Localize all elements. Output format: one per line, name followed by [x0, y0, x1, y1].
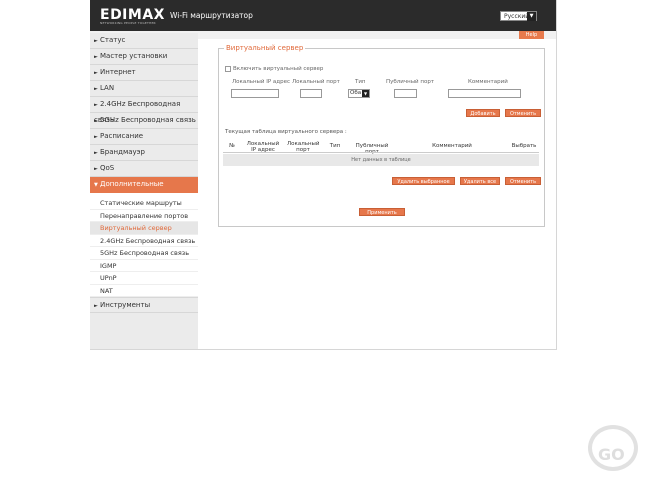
sidebar-item-label: Интернет [100, 68, 136, 76]
sidebar: ► Статус ► Мастер установки ► Интернет ► LAN… [90, 33, 198, 349]
sidebar-item-internet[interactable]: ► Интернет [90, 65, 198, 81]
cancel-button[interactable]: Отменить [505, 109, 541, 117]
table-divider [223, 152, 539, 153]
sidebar-item-label: QoS [100, 164, 115, 172]
sidebar-item-qos[interactable]: ► QoS [90, 161, 198, 177]
delete-selected-button[interactable]: Удалить выбранное [392, 177, 455, 185]
comment-input[interactable] [448, 89, 521, 98]
submenu-port-forwarding[interactable]: Перенаправление портов [90, 209, 198, 222]
top-header: EDIMAX NETWORKING PEOPLE TOGETHER Wi-Fi … [90, 0, 556, 31]
add-button[interactable]: Добавить [466, 109, 500, 117]
submenu-upnp[interactable]: UPnP [90, 272, 198, 285]
local-port-input[interactable] [300, 89, 322, 98]
panel-title: Виртуальный сервер [224, 44, 306, 52]
table-empty-row: Нет данных в таблице [223, 154, 539, 166]
sidebar-item-label: Статус [100, 36, 126, 44]
sidebar-item-status[interactable]: ► Статус [90, 33, 198, 49]
submenu-virtual-server[interactable]: Виртуальный сервер [90, 222, 198, 235]
sidebar-item-lan[interactable]: ► LAN [90, 81, 198, 97]
language-select[interactable]: Русский ▼ [500, 11, 537, 21]
col-header-select: Выбрать [511, 143, 537, 149]
chevron-down-icon[interactable]: ▼ [527, 12, 536, 21]
watermark-text: GO [598, 445, 625, 464]
enable-checkbox[interactable] [225, 66, 231, 72]
submenu-wireless-24[interactable]: 2.4GHz Беспроводная связь [90, 234, 198, 247]
public-port-label: Публичный порт [386, 79, 435, 85]
logo-tagline: NETWORKING PEOPLE TOGETHER [100, 21, 156, 25]
col-header-type: Тип [329, 143, 341, 149]
type-select[interactable]: Оба ▼ [348, 89, 370, 98]
table-cancel-button[interactable]: Отменить [505, 177, 541, 185]
submenu-nat[interactable]: NAT [90, 284, 198, 297]
sidebar-item-wireless-24[interactable]: ► 2.4GHz Беспроводная связь [90, 97, 198, 124]
enable-label: Включить виртуальный сервер [233, 66, 324, 72]
col-header-comment: Комментарий [432, 143, 472, 149]
local-ip-label: Локальный IP адрес [232, 79, 290, 85]
sidebar-item-wizard[interactable]: ► Мастер установки [90, 49, 198, 65]
help-button[interactable]: Help [519, 31, 544, 39]
sidebar-item-advanced[interactable]: ▼Дополнительные настройки [90, 177, 198, 204]
local-ip-input[interactable] [231, 89, 279, 98]
local-port-label: Локальный порт [292, 79, 340, 85]
public-port-input[interactable] [394, 89, 417, 98]
comment-label: Комментарий [468, 79, 508, 85]
chevron-down-icon[interactable]: ▼ [362, 90, 369, 97]
sidebar-item-label: Брандмауэр [100, 148, 145, 156]
virtual-server-panel: Виртуальный сервер [218, 44, 545, 227]
submenu-static-routes[interactable]: Статические маршруты [90, 197, 198, 210]
language-value: Русский [504, 13, 530, 20]
col-header-number: № [229, 143, 235, 149]
apply-button[interactable]: Применить [359, 208, 405, 216]
sidebar-item-firewall[interactable]: ► Брандмауэр [90, 145, 198, 161]
table-title: Текущая таблица виртуального сервера : [225, 129, 347, 135]
submenu-wireless-5[interactable]: 5GHz Беспроводная связь [90, 247, 198, 260]
type-select-value: Оба [350, 90, 362, 96]
sidebar-item-label: Инструменты [100, 301, 151, 309]
sidebar-item-label: Мастер установки [100, 52, 168, 60]
sidebar-item-label: LAN [100, 84, 115, 92]
sidebar-item-label: Расписание [100, 132, 144, 140]
sidebar-item-wireless-5[interactable]: ► 5GHz Беспроводная связь [90, 113, 198, 129]
delete-all-button[interactable]: Удалить все [460, 177, 500, 185]
sidebar-item-tools[interactable]: ► Инструменты [90, 297, 198, 313]
type-label: Тип [355, 79, 366, 85]
product-title: Wi-Fi маршрутизатор [170, 11, 253, 20]
sidebar-item-label: 5GHz Беспроводная связь [100, 116, 196, 124]
sidebar-item-schedule[interactable]: ► Расписание [90, 129, 198, 145]
submenu-igmp[interactable]: IGMP [90, 259, 198, 272]
